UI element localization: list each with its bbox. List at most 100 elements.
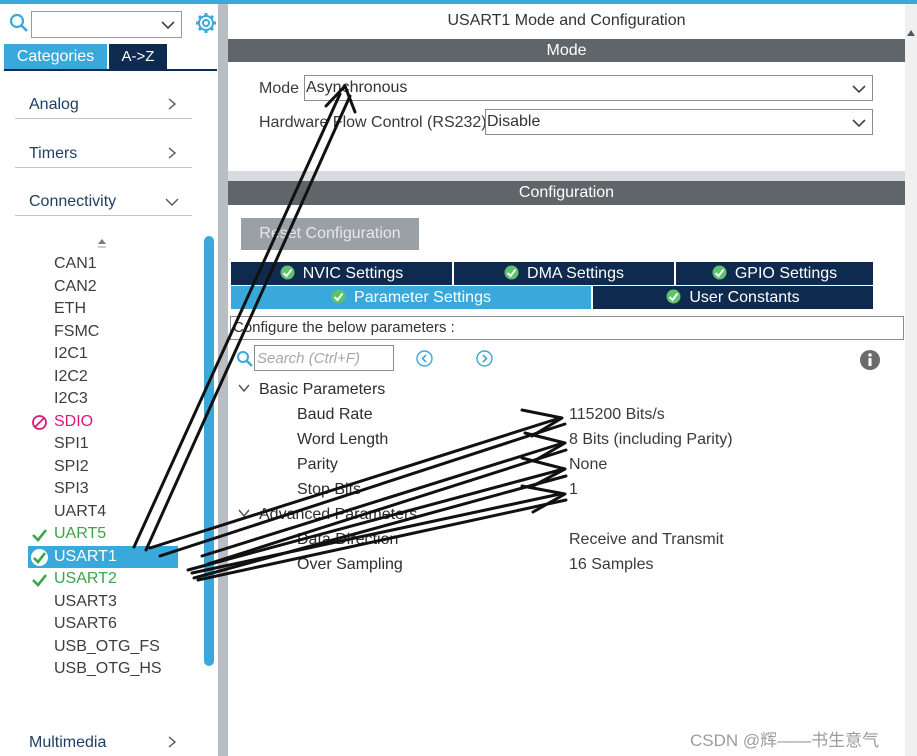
category-analog[interactable]: Analog xyxy=(15,95,192,119)
list-item-usb-otg-hs[interactable]: USB_OTG_HS xyxy=(28,658,178,680)
mode-select[interactable]: Asynchronous xyxy=(304,75,873,101)
chevron-down-icon xyxy=(165,198,179,206)
tab-categories[interactable]: Categories xyxy=(4,44,107,69)
flow-control-select[interactable]: Disable xyxy=(485,109,873,135)
list-item-uart5[interactable]: UART5 xyxy=(28,523,178,545)
peripheral-label: I2C1 xyxy=(54,345,88,362)
scroll-up-icon[interactable] xyxy=(96,237,108,251)
configuration-section-header: Configuration xyxy=(228,181,905,205)
list-item-i2c2[interactable]: I2C2 xyxy=(28,366,178,388)
right-panel: USART1 Mode and Configuration Mode Mode … xyxy=(228,4,905,756)
tab-dma-settings[interactable]: DMA Settings xyxy=(454,262,674,285)
reset-configuration-button[interactable]: Reset Configuration xyxy=(241,218,419,250)
check-circle-icon xyxy=(504,265,519,280)
category-connectivity[interactable]: Connectivity xyxy=(15,192,192,216)
mode-section-header: Mode xyxy=(228,39,905,62)
peripheral-label: USART1 xyxy=(54,548,117,565)
tab-parameter-settings[interactable]: Parameter Settings xyxy=(231,286,591,309)
scroll-up-icon[interactable] xyxy=(906,26,916,44)
category-label: Analog xyxy=(29,96,79,113)
chevron-down-icon xyxy=(238,384,250,393)
mode-label: Mode xyxy=(259,80,300,97)
list-item-usart2[interactable]: USART2 xyxy=(28,568,178,590)
chevron-right-icon xyxy=(168,98,177,110)
group-label: Basic Parameters xyxy=(259,381,386,398)
search-icon[interactable] xyxy=(9,13,29,33)
param-name-stop-bits[interactable]: Stop Bits xyxy=(297,481,361,499)
list-item-usb-otg-fs[interactable]: USB_OTG_FS xyxy=(28,636,178,658)
advanced-parameters-group[interactable]: Advanced Parameters xyxy=(238,506,417,524)
list-item-usart1[interactable]: USART1 xyxy=(28,546,178,568)
category-label: Connectivity xyxy=(29,193,117,210)
chevron-right-icon xyxy=(168,736,177,748)
list-item-spi1[interactable]: SPI1 xyxy=(28,433,178,455)
disabled-icon xyxy=(32,415,47,430)
right-scrollbar[interactable] xyxy=(905,4,917,756)
check-circle-icon xyxy=(331,289,346,304)
left-panel: Categories A->Z Analog Timers Connectivi… xyxy=(0,4,218,756)
peripheral-label: FSMC xyxy=(54,323,100,340)
parameter-search-input[interactable] xyxy=(255,346,391,370)
param-name-baud-rate[interactable]: Baud Rate xyxy=(297,406,373,424)
param-value-baud-rate[interactable]: 115200 Bits/s xyxy=(569,406,665,424)
list-item-can2[interactable]: CAN2 xyxy=(28,276,178,298)
tab-nvic-settings[interactable]: NVIC Settings xyxy=(231,262,452,285)
list-item-spi2[interactable]: SPI2 xyxy=(28,456,178,478)
list-item-usart6[interactable]: USART6 xyxy=(28,613,178,635)
list-item-sdio[interactable]: SDIO xyxy=(28,411,178,433)
check-circle-icon xyxy=(280,265,295,280)
category-filter-combo[interactable] xyxy=(31,11,182,38)
tab-a-to-z[interactable]: A->Z xyxy=(109,44,167,69)
list-item-spi3[interactable]: SPI3 xyxy=(28,478,178,500)
param-name-parity[interactable]: Parity xyxy=(297,456,338,474)
list-item-i2c3[interactable]: I2C3 xyxy=(28,388,178,410)
gear-icon[interactable] xyxy=(195,12,217,34)
param-value-word-length[interactable]: 8 Bits (including Parity) xyxy=(569,431,733,449)
group-label: Advanced Parameters xyxy=(259,506,418,523)
previous-match-icon[interactable] xyxy=(416,350,433,367)
check-circle-icon xyxy=(31,549,48,566)
param-name-word-length[interactable]: Word Length xyxy=(297,431,388,449)
parameter-search-box[interactable] xyxy=(254,345,394,371)
peripheral-label: USART6 xyxy=(54,615,117,632)
mode-value: Asynchronous xyxy=(306,79,408,96)
param-name-over-sampling[interactable]: Over Sampling xyxy=(297,556,403,574)
list-item-can1[interactable]: CAN1 xyxy=(28,253,178,275)
category-timers[interactable]: Timers xyxy=(15,144,192,168)
tab-user-constants[interactable]: User Constants xyxy=(593,286,873,309)
peripheral-label: USART2 xyxy=(54,570,117,587)
chevron-right-icon xyxy=(168,147,177,159)
tab-label: User Constants xyxy=(689,289,800,306)
tab-label: GPIO Settings xyxy=(734,265,838,282)
peripheral-label: USART3 xyxy=(54,593,117,610)
list-item-uart4[interactable]: UART4 xyxy=(28,501,178,523)
list-item-i2c1[interactable]: I2C1 xyxy=(28,343,178,365)
next-match-icon[interactable] xyxy=(476,350,493,367)
category-label: Timers xyxy=(29,145,78,162)
peripheral-label: ETH xyxy=(54,300,86,317)
tab-gpio-settings[interactable]: GPIO Settings xyxy=(676,262,873,285)
search-icon xyxy=(237,351,253,367)
info-icon[interactable] xyxy=(859,349,881,371)
peripheral-label: SDIO xyxy=(54,413,94,430)
tab-label: Parameter Settings xyxy=(354,289,491,306)
list-scrollbar[interactable] xyxy=(204,236,214,666)
param-value-parity[interactable]: None xyxy=(569,456,607,474)
category-multimedia[interactable]: Multimedia xyxy=(15,732,192,756)
param-value-stop-bits[interactable]: 1 xyxy=(569,481,578,499)
panel-splitter[interactable] xyxy=(218,4,228,756)
param-value-over-sampling[interactable]: 16 Samples xyxy=(569,556,654,574)
flow-control-label: Hardware Flow Control (RS232) xyxy=(259,114,487,131)
list-item-eth[interactable]: ETH xyxy=(28,298,178,320)
peripheral-label: USB_OTG_FS xyxy=(54,638,160,655)
chevron-down-icon xyxy=(238,509,250,518)
peripheral-label: SPI2 xyxy=(54,458,89,475)
list-item-fsmc[interactable]: FSMC xyxy=(28,321,178,343)
param-value-data-direction[interactable]: Receive and Transmit xyxy=(569,531,724,549)
tab-label: NVIC Settings xyxy=(302,265,404,282)
tab-underline xyxy=(4,69,217,71)
basic-parameters-group[interactable]: Basic Parameters xyxy=(238,381,385,399)
list-item-usart3[interactable]: USART3 xyxy=(28,591,178,613)
param-name-data-direction[interactable]: Data Direction xyxy=(297,531,398,549)
chevron-down-icon xyxy=(852,85,866,94)
